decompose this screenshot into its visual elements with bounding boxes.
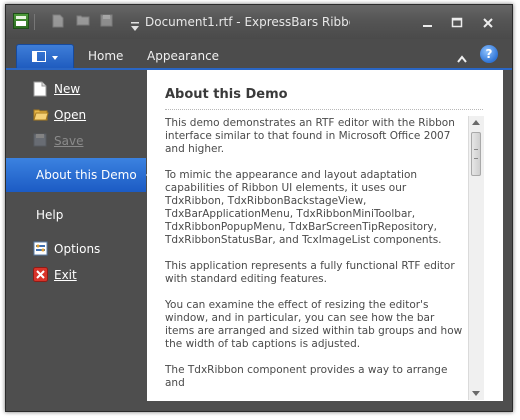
- open-folder-icon[interactable]: [76, 14, 90, 28]
- title-bar[interactable]: Document1.rtf - ExpressBars RibbonNotepa…: [6, 5, 512, 39]
- save-disk-icon[interactable]: [100, 14, 114, 28]
- backstage-tab-about-label: About this Demo: [36, 168, 137, 182]
- backstage-tab-about[interactable]: About this Demo: [6, 158, 154, 192]
- about-paragraph: This demo demonstrates an RTF editor wit…: [165, 117, 455, 155]
- backstage-new-label: New: [54, 82, 81, 96]
- backstage-tab-help[interactable]: Help: [6, 198, 146, 232]
- about-paragraph: To mimic the appearance and layout adapt…: [165, 169, 442, 246]
- backstage-tab-help-label: Help: [36, 208, 64, 222]
- window-title: Document1.rtf - ExpressBars RibbonNotepa…: [145, 15, 350, 29]
- save-disk-icon: [33, 133, 49, 149]
- backstage-save-label: Save: [54, 134, 84, 148]
- minimize-icon[interactable]: [420, 15, 436, 31]
- title-divider: [165, 109, 483, 110]
- about-content-pane: About this Demo This demo demonstrates a…: [147, 70, 503, 401]
- tab-appearance[interactable]: Appearance: [147, 49, 219, 63]
- qat-separator: [34, 14, 35, 30]
- backstage-options-label: Options: [54, 242, 101, 256]
- new-document-icon[interactable]: [52, 14, 66, 28]
- application-menu-button[interactable]: [16, 44, 74, 68]
- customize-dropdown-icon[interactable]: [131, 17, 139, 31]
- maximize-icon[interactable]: [449, 15, 465, 31]
- exit-icon: [33, 267, 49, 283]
- backstage-exit-label: Exit: [54, 268, 77, 282]
- backstage-options-button[interactable]: Options: [6, 238, 146, 260]
- minimize-ribbon-icon[interactable]: [456, 49, 468, 63]
- about-text-area[interactable]: This demo demonstrates an RTF editor wit…: [165, 117, 465, 401]
- about-paragraph: This application represents a fully func…: [165, 260, 455, 285]
- backstage-open-button[interactable]: Open: [6, 104, 146, 126]
- page-title: About this Demo: [165, 87, 288, 102]
- backstage-save-button[interactable]: Save: [6, 130, 146, 152]
- new-document-icon: [33, 81, 49, 97]
- app-window: Document1.rtf - ExpressBars RibbonNotepa…: [5, 4, 513, 412]
- backstage-open-label: Open: [54, 108, 87, 122]
- about-paragraph: The TdxRibbon component provides a way t…: [165, 364, 448, 389]
- backstage-menu: New Open Save About this Demo Help Optio…: [6, 70, 154, 407]
- scroll-down-icon[interactable]: [472, 391, 480, 396]
- ribbon-tab-row: Home Appearance ?: [6, 39, 512, 69]
- about-paragraph: You can examine the effect of resizing t…: [165, 299, 463, 350]
- chevron-down-icon: [52, 56, 58, 60]
- backstage-exit-button[interactable]: Exit: [6, 264, 146, 286]
- tab-home[interactable]: Home: [88, 49, 123, 63]
- scrollbar-thumb[interactable]: [471, 132, 481, 176]
- scroll-up-icon[interactable]: [472, 120, 480, 125]
- help-icon[interactable]: ?: [480, 45, 498, 63]
- open-folder-icon: [33, 107, 49, 123]
- options-icon: [33, 241, 49, 257]
- app-menu-icon: [32, 51, 46, 62]
- close-icon[interactable]: [480, 15, 496, 31]
- app-icon[interactable]: [13, 13, 29, 29]
- vertical-scrollbar[interactable]: [468, 116, 484, 400]
- backstage-new-button[interactable]: New: [6, 78, 146, 100]
